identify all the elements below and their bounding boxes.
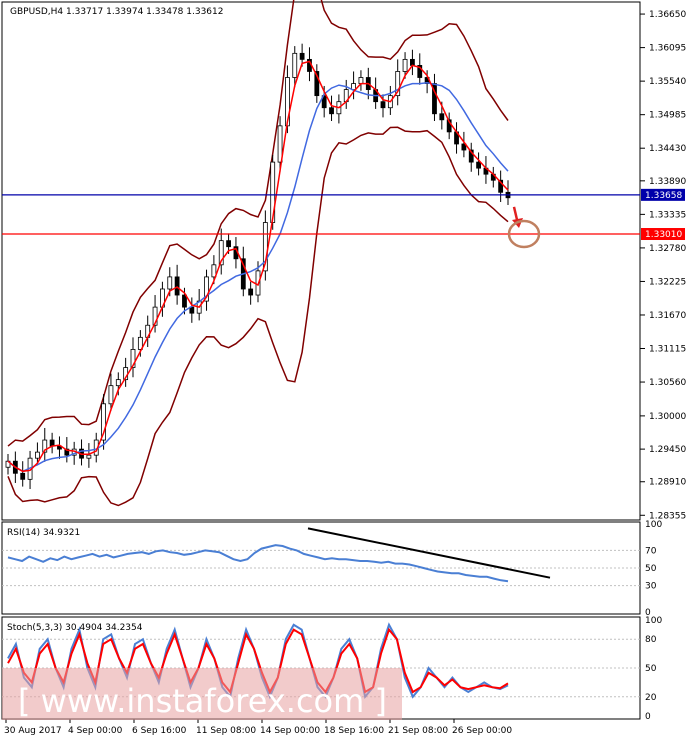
chart-root: 1.33658 1.33010 1.36650 1.36095 1.35540 1.34… (0, 0, 687, 740)
candle-body (115, 379, 121, 387)
candle-body (351, 83, 356, 90)
price-tick-label: 1.30000 (649, 412, 686, 422)
time-tick-label: 21 Sep 08:00 (388, 726, 448, 736)
candle-body (410, 58, 415, 66)
candle-body (248, 288, 254, 296)
rsi-label: RSI(14) 34.9321 (7, 528, 80, 538)
rsi-tick-label: 70 (645, 546, 657, 556)
candle-body (358, 77, 364, 84)
price-tick-label: 1.33890 (649, 177, 686, 187)
time-tick-label: 11 Sep 08:00 (196, 726, 256, 736)
price-tick-label: 1.30560 (649, 378, 686, 388)
stoch-label: Stoch(5,3,3) 30.4904 34.2354 (7, 623, 143, 633)
time-tick-label: 14 Sep 00:00 (260, 726, 320, 736)
candle-body (20, 472, 26, 480)
time-tick-label: 26 Sep 00:00 (452, 726, 512, 736)
stoch-tick-label: 100 (645, 616, 662, 626)
rsi-tick-label: 100 (645, 520, 662, 530)
stoch-tick-label: 0 (645, 712, 651, 722)
watermark-text: [ www.instaforex.com ] (18, 682, 387, 720)
candle-body (329, 107, 334, 115)
price-tick-label: 1.31670 (649, 311, 686, 321)
candle-body (35, 451, 40, 459)
candle-body (299, 52, 305, 60)
chart-svg: 1.33658 1.33010 1.36650 1.36095 1.35540 1.34… (1, 0, 686, 736)
stoch-tick-label: 80 (645, 635, 657, 645)
price-axis: 1.36650 1.36095 1.35540 1.34985 1.34430 1.338… (640, 10, 686, 521)
candle-body (108, 385, 114, 405)
candle-body (167, 276, 173, 290)
candle-body (226, 240, 231, 248)
time-tick-label: 18 Sep 16:00 (324, 726, 384, 736)
price-tick-label: 1.36095 (649, 44, 686, 54)
candle-body (292, 52, 298, 78)
candle-body (380, 101, 386, 109)
candle-body (182, 294, 187, 308)
price-tick-label: 1.34430 (649, 144, 686, 154)
candle-body (439, 113, 445, 121)
candle-body (402, 58, 408, 72)
candle-body (86, 454, 92, 459)
time-tick-label: 4 Sep 00:00 (68, 726, 123, 736)
target-price-label: 1.33010 (645, 230, 682, 240)
candle-body (174, 276, 180, 296)
price-tick-label: 1.36650 (649, 10, 686, 20)
price-tick-label: 1.35540 (649, 77, 686, 87)
rsi-tick-label: 30 (645, 582, 657, 592)
price-tick-label: 1.34985 (649, 111, 686, 121)
price-tick-label: 1.29450 (649, 445, 686, 455)
rsi-panel-frame (1, 521, 641, 615)
price-tick-label: 1.32225 (649, 277, 686, 287)
time-tick-label: 6 Sep 16:00 (132, 726, 187, 736)
current-price-label: 1.33658 (645, 191, 682, 201)
price-tick-label: 1.31115 (649, 345, 686, 355)
time-tick-label: 30 Aug 2017 (4, 726, 62, 736)
chart-title: GBPUSD,H4 1.33717 1.33974 1.33478 1.3361… (10, 7, 223, 17)
price-tick-label: 1.32780 (649, 244, 686, 254)
time-axis: 30 Aug 2017 4 Sep 00:00 6 Sep 16:00 11 Sep … (4, 719, 512, 736)
rsi-tick-label: 50 (645, 564, 657, 574)
stoch-tick-label: 50 (645, 664, 657, 674)
stoch-tick-label: 20 (645, 693, 657, 703)
price-tick-label: 1.33335 (649, 210, 686, 220)
price-tick-label: 1.28910 (649, 478, 686, 488)
candle-body (476, 161, 481, 169)
